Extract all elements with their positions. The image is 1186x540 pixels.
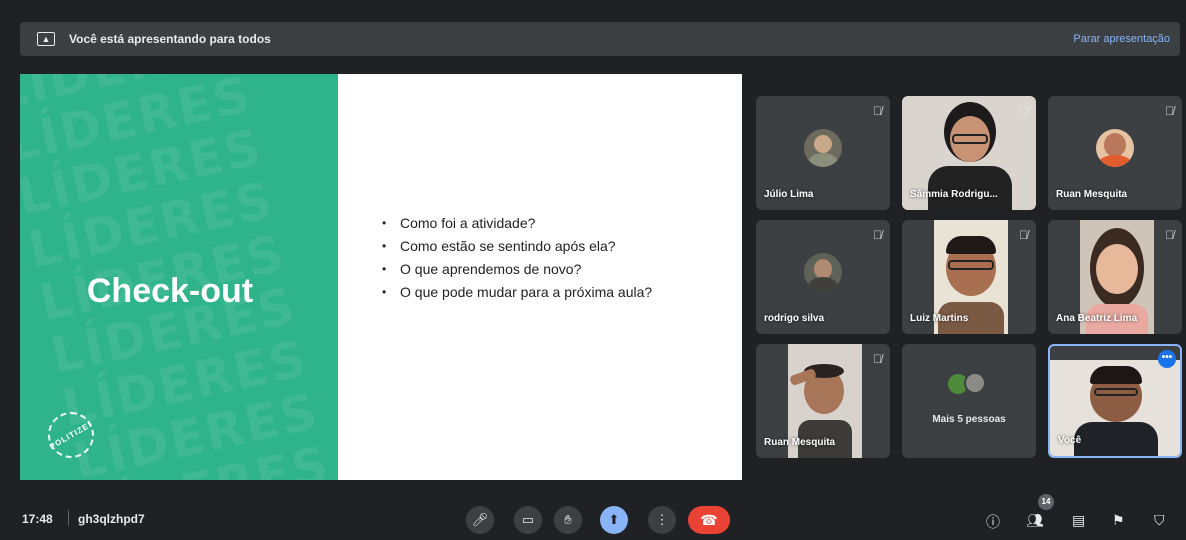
participant-name: Ruan Mesquita [1056,189,1128,200]
people-count-badge: 14 [1038,494,1054,510]
slide-bullet: O que aprendemos de novo? [378,262,678,278]
slide-green-panel: LÍDERES LÍDERES LÍDERES LÍDERES LÍDERES … [20,74,338,480]
avatar [964,372,986,394]
avatar [804,129,842,167]
presenting-text: Você está apresentando para todos [69,32,271,46]
slide-bullet: O que pode mudar para a próxima aula? [378,285,678,301]
slide-bullet-list: Como foi a atividade? Como estão se sent… [378,216,678,308]
host-controls-icon[interactable]: ⛉ [1154,512,1165,529]
more-options-icon[interactable]: ••• [1158,350,1176,368]
mic-off-icon: 🎙̸ [1019,104,1028,118]
participant-name: Luiz Martins [910,313,969,324]
presenting-banner: ▲ Você está apresentando para todos Para… [20,22,1180,56]
meeting-controls-bar: 17:48 gh3qlzhpd7 🎤︎ ▭ ✋︎ ⬆ ⋮ ☎︎ ⓘ 👥︎ 14 … [0,494,1186,540]
mic-off-icon: 🎙̸ [873,352,882,366]
participant-name: rodrigo silva [764,313,825,324]
activities-icon[interactable]: ⚑ [1112,512,1125,529]
mic-off-icon: 🎙̸ [1165,228,1174,242]
more-participants-tile[interactable]: Mais 5 pessoas [902,344,1036,458]
meeting-code: gh3qlzhpd7 [78,512,145,526]
self-view-tile[interactable]: ••• Você [1048,344,1182,458]
participant-name: Sâmmia Rodrigu... [910,189,998,200]
avatar [1096,129,1134,167]
mic-off-icon: 🎙̸ [1165,104,1174,118]
participant-tile[interactable]: 🎙̸ Sâmmia Rodrigu... [902,96,1036,210]
participant-tile[interactable]: 🎙̸ Luiz Martins [902,220,1036,334]
presentation-slide: LÍDERES LÍDERES LÍDERES LÍDERES LÍDERES … [20,74,742,480]
camera-icon[interactable]: ▭ [514,506,542,534]
participant-tile[interactable]: 🎙̸ Ruan Mesquita [756,344,890,458]
slide-bullet: Como foi a atividade? [378,216,678,232]
participant-tile[interactable]: 🎙̸ rodrigo silva [756,220,890,334]
present-icon[interactable]: ⬆ [600,506,628,534]
divider [68,510,69,526]
participant-name: Ruan Mesquita [764,437,836,448]
more-participants-label: Mais 5 pessoas [932,414,1006,425]
mic-off-icon: 🎙̸ [873,104,882,118]
slide-title: Check-out [86,272,254,310]
raise-hand-icon[interactable]: ✋︎ [554,506,582,534]
politize-logo: POLITIZE! [48,412,94,458]
participant-tile[interactable]: 🎙̸ Ana Beatriz Lima [1048,220,1182,334]
participant-tile[interactable]: 🎙̸ Júlio Lima [756,96,890,210]
people-icon[interactable]: 👥︎ [1026,512,1044,529]
participant-name: Júlio Lima [764,189,814,200]
chat-icon[interactable]: ▤ [1072,512,1085,529]
mic-off-icon: 🎙̸ [873,228,882,242]
avatar [804,253,842,291]
present-screen-icon: ▲ [37,32,55,46]
participant-tile[interactable]: 🎙̸ Ruan Mesquita [1048,96,1182,210]
end-call-icon[interactable]: ☎︎ [688,506,730,534]
mic-icon[interactable]: 🎤︎ [466,506,494,534]
participant-name: Você [1058,435,1082,446]
more-options-icon[interactable]: ⋮ [648,506,676,534]
meeting-time: 17:48 [22,512,53,526]
info-icon[interactable]: ⓘ [986,512,1000,532]
slide-bullet: Como estão se sentindo após ela? [378,239,678,255]
stop-presenting-button[interactable]: Parar apresentação [1073,33,1170,45]
participant-name: Ana Beatriz Lima [1056,313,1138,324]
mic-off-icon: 🎙̸ [1019,228,1028,242]
